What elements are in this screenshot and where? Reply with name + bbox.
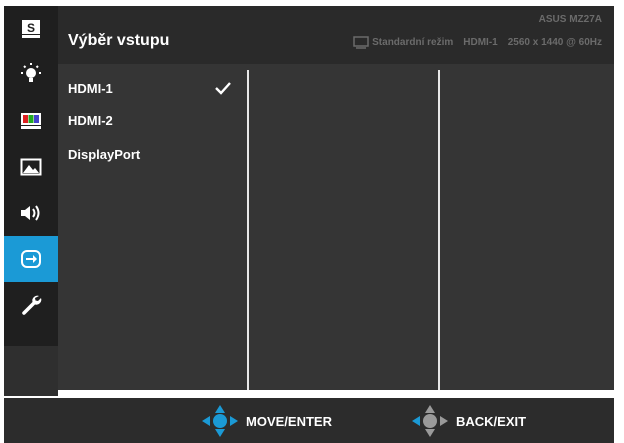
page-title: Výběr vstupu: [68, 32, 170, 49]
column-divider: [438, 70, 440, 390]
column-divider: [247, 70, 249, 390]
resolution-status: 2560 x 1440 @ 60Hz: [507, 37, 602, 48]
joystick-four-way-icon: [202, 405, 238, 437]
sidebar-empty-area: [4, 346, 58, 396]
osd-sidebar: S: [4, 6, 58, 396]
input-option-label: HDMI-1: [68, 80, 113, 96]
svg-text:S: S: [27, 21, 35, 35]
speaker-icon: [21, 205, 40, 221]
mode-indicator: Standardní režim: [353, 36, 453, 49]
move-enter-label: MOVE/ENTER: [246, 413, 332, 429]
input-option-displayport[interactable]: DisplayPort: [68, 142, 238, 166]
osd-content: HDMI-1 HDMI-2 DisplayPort: [58, 64, 614, 390]
input-status: HDMI-1: [463, 37, 498, 48]
sidebar-item-system-setup[interactable]: [4, 282, 58, 328]
input-option-label: HDMI-2: [68, 112, 113, 128]
sidebar-item-eye-care[interactable]: [4, 52, 58, 98]
splendid-s-icon: S: [22, 20, 40, 38]
image-icon: [20, 158, 42, 176]
status-line: Standardní režim HDMI-1 2560 x 1440 @ 60…: [353, 36, 602, 49]
input-option-hdmi-1[interactable]: HDMI-1: [68, 76, 238, 100]
input-option-hdmi-2[interactable]: HDMI-2: [68, 108, 238, 132]
sidebar-item-image[interactable]: [4, 144, 58, 190]
checkmark-icon: [215, 82, 231, 95]
move-enter-hint: MOVE/ENTER: [200, 404, 332, 438]
joystick-left-icon: [412, 405, 448, 437]
color-bars-icon: [21, 113, 41, 129]
osd-navigation-bar: MOVE/ENTER BACK/EXIT: [4, 398, 614, 443]
input-select-icon: [21, 250, 41, 268]
sidebar-item-color[interactable]: [4, 98, 58, 144]
osd-main-panel: Výběr vstupu ASUS MZ27A Standardní režim…: [58, 6, 614, 390]
mode-label: Standardní režim: [372, 37, 454, 48]
monitor-model: ASUS MZ27A: [538, 14, 602, 25]
input-option-label: DisplayPort: [68, 146, 141, 162]
sidebar-item-splendid[interactable]: S: [4, 6, 58, 52]
monitor-icon: [353, 36, 369, 49]
back-exit-label: BACK/EXIT: [456, 413, 527, 429]
osd-header: Výběr vstupu ASUS MZ27A Standardní režim…: [58, 6, 614, 64]
brightness-bulb-icon: [21, 63, 41, 82]
monitor-osd: S Výběr vstupu ASUS MZ27A Standardní rež…: [0, 0, 624, 443]
sidebar-item-input-select[interactable]: [4, 236, 58, 282]
back-exit-hint: BACK/EXIT: [410, 404, 526, 438]
sidebar-item-sound[interactable]: [4, 190, 58, 236]
wrench-icon: [22, 295, 42, 315]
